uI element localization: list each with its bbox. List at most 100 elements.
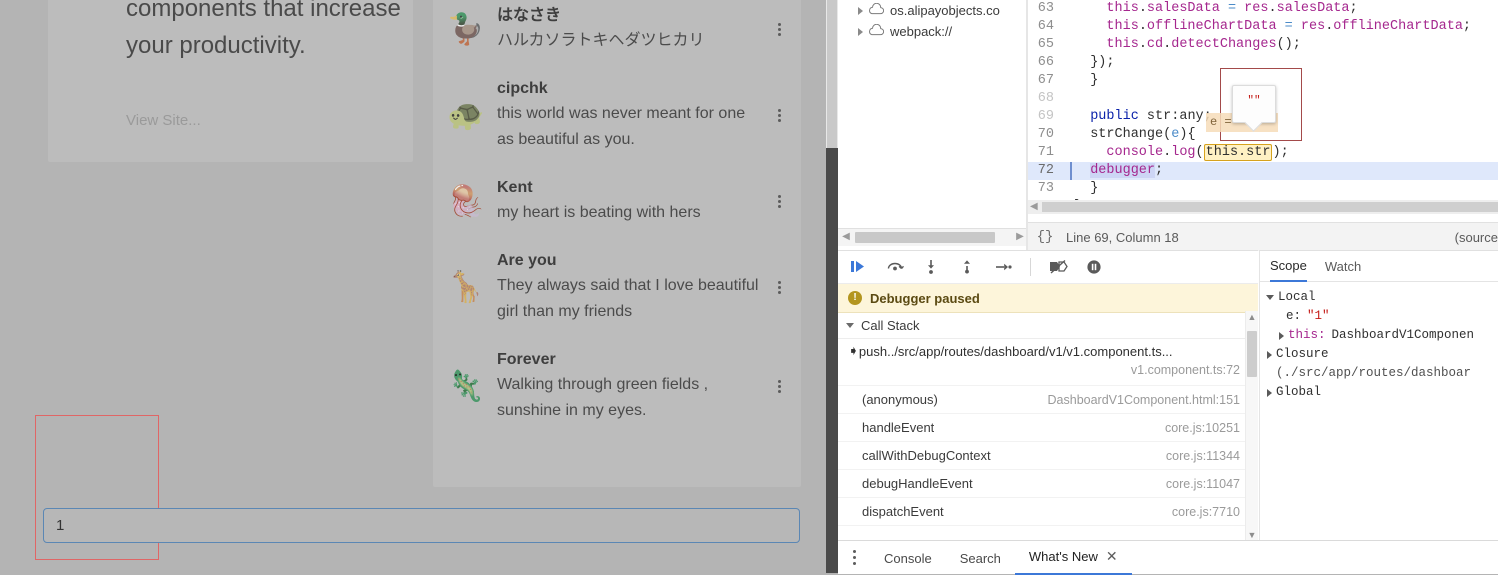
list-item-subtitle: Walking through green fields , sunshine …: [497, 376, 709, 419]
value-popover: "": [1232, 85, 1276, 123]
chevron-right-icon[interactable]: [858, 27, 863, 36]
chevron-down-icon[interactable]: [846, 323, 854, 328]
tab-label: What's New: [1028, 549, 1098, 564]
scrollbar-thumb[interactable]: [855, 232, 995, 243]
tab-search[interactable]: Search: [946, 542, 1015, 574]
list-item-subtitle: They always said that I love beautiful g…: [497, 277, 759, 320]
scrollbar-thumb[interactable]: [1247, 331, 1257, 377]
more-options-icon[interactable]: [771, 107, 787, 125]
cloud-icon: [868, 23, 885, 39]
chevron-down-icon[interactable]: [1266, 295, 1274, 300]
toolbar-divider: [1030, 258, 1031, 276]
list-item[interactable]: 🪼 Kent my heart is beating with hers: [433, 165, 801, 238]
tree-item-webpack[interactable]: webpack://: [838, 21, 1028, 42]
pause-on-exceptions-icon[interactable]: [1083, 256, 1105, 278]
close-icon[interactable]: ✕: [1106, 540, 1118, 573]
list-item-subtitle: this world was never meant for one as be…: [497, 105, 746, 148]
scroll-left-icon[interactable]: ◀: [841, 232, 851, 242]
scope-global[interactable]: Global: [1264, 383, 1498, 402]
scroll-left-icon[interactable]: ◀: [1030, 201, 1038, 212]
cursor-position: Line 69, Column 18: [1066, 229, 1179, 245]
editor-horizontal-scrollbar[interactable]: ◀: [1028, 200, 1498, 214]
chevron-right-icon[interactable]: [1267, 389, 1272, 397]
call-stack-frame[interactable]: callWithDebugContext core.js:11344: [838, 442, 1258, 470]
list-item[interactable]: 🦎 Forever Walking through green fields ,…: [433, 337, 801, 436]
line-number: 70: [1037, 127, 1054, 142]
call-stack-frame[interactable]: (anonymous) DashboardV1Component.html:15…: [838, 386, 1258, 414]
scope-var-this[interactable]: this: DashboardV1Componen: [1264, 326, 1498, 345]
call-stack-frame[interactable]: debugHandleEvent core.js:11047: [838, 470, 1258, 498]
tab-scope[interactable]: Scope: [1270, 251, 1307, 282]
paused-label: Debugger paused: [870, 290, 980, 306]
chevron-right-icon[interactable]: [1279, 332, 1284, 340]
scope-var-key: this:: [1288, 328, 1326, 342]
step-icon[interactable]: [992, 256, 1014, 278]
resume-script-execution-icon[interactable]: [848, 256, 870, 278]
scroll-right-icon[interactable]: ▶: [1015, 232, 1025, 242]
giraffe-icon: 🦒: [447, 270, 485, 304]
more-options-icon[interactable]: [771, 378, 787, 396]
lizard-icon: 🦎: [447, 369, 485, 403]
line-number: 66: [1037, 55, 1054, 70]
line-number: 72: [1037, 163, 1054, 178]
scope-pane: Scope Watch Local e: "1" this: Dashboard…: [1259, 250, 1498, 541]
frame-location: DashboardV1Component.html:151: [1047, 392, 1240, 407]
more-options-icon[interactable]: [771, 279, 787, 297]
turtle-icon: 🐢: [447, 98, 485, 132]
devtools-drawer: Console Search What's New ✕: [838, 540, 1498, 575]
list-item[interactable]: 🦒 Are you They always said that I love b…: [433, 238, 801, 337]
call-stack-frame[interactable]: dispatchEvent core.js:7710: [838, 498, 1258, 526]
debugger-vertical-scrollbar[interactable]: ▲ ▼: [1245, 311, 1258, 541]
pretty-print-icon[interactable]: {}: [1028, 229, 1062, 245]
tab-console[interactable]: Console: [870, 542, 946, 574]
tab-whats-new[interactable]: What's New ✕: [1014, 540, 1132, 575]
list-item[interactable]: 🐢 cipchk this world was never meant for …: [433, 66, 801, 165]
editor-status-bar: {} Line 69, Column 18 (source: [1028, 222, 1498, 251]
line-number: 71: [1037, 145, 1054, 160]
devtools-panel: os.alipayobjects.co webpack:// ◀ ▶ 63 th…: [838, 0, 1498, 575]
tree-item-os-alipayobjects[interactable]: os.alipayobjects.co: [838, 0, 1028, 21]
chevron-right-icon[interactable]: [1267, 351, 1272, 359]
cloud-icon: [868, 2, 885, 18]
scrollbar-track[interactable]: [826, 148, 838, 573]
list-item-title: cipchk: [497, 80, 548, 97]
scrollbar-thumb[interactable]: [827, 0, 837, 148]
navigator-horizontal-scrollbar[interactable]: ◀ ▶: [838, 228, 1028, 246]
code-line: 71 console.log(this.str);: [1028, 144, 1498, 162]
step-into-icon[interactable]: [920, 256, 942, 278]
scope-var-value: "1": [1307, 309, 1330, 323]
more-tools-icon[interactable]: [838, 541, 870, 574]
list-item[interactable]: 🦆 はなさき ハルカソラトキヘダツヒカリ: [433, 0, 801, 66]
call-stack-header[interactable]: Call Stack: [838, 313, 1258, 339]
line-number: 73: [1037, 181, 1054, 196]
more-options-icon[interactable]: [771, 193, 787, 211]
call-stack-frame[interactable]: handleEvent core.js:10251: [838, 414, 1258, 442]
text-input[interactable]: [43, 508, 800, 543]
scrollbar-thumb[interactable]: [1042, 202, 1498, 212]
page-vertical-scrollbar[interactable]: [826, 0, 838, 573]
scope-var-e[interactable]: e: "1": [1264, 307, 1498, 326]
scope-closure[interactable]: Closure (./src/app/routes/dashboar: [1264, 345, 1498, 383]
info-icon: !: [848, 291, 862, 305]
chevron-right-icon[interactable]: [858, 6, 863, 15]
debugger-toolbar: [838, 251, 1258, 284]
tab-watch[interactable]: Watch: [1325, 252, 1361, 281]
more-options-icon[interactable]: [771, 21, 787, 39]
step-out-icon[interactable]: [956, 256, 978, 278]
view-site-link[interactable]: View Site...: [126, 112, 201, 129]
sources-navigator: os.alipayobjects.co webpack://: [838, 0, 1028, 222]
call-stack-frame-current[interactable]: ➧ push../src/app/routes/dashboard/v1/v1.…: [838, 339, 1258, 363]
scope-local[interactable]: Local: [1264, 288, 1498, 307]
frame-location: v1.component.ts:72: [838, 363, 1258, 386]
code-line: 65 this.cd.detectChanges();: [1028, 36, 1498, 54]
deactivate-breakpoints-icon[interactable]: [1047, 256, 1069, 278]
list-item-title: Are you: [497, 252, 557, 269]
scope-var-key: e:: [1286, 309, 1302, 323]
line-number: 64: [1037, 19, 1054, 34]
debugger-sidebar: ! Debugger paused Call Stack ➧ push../sr…: [838, 250, 1258, 541]
step-over-icon[interactable]: [884, 256, 906, 278]
frame-name: push../src/app/routes/dashboard/v1/v1.co…: [858, 343, 1173, 359]
scope-global-label: Global: [1276, 385, 1322, 399]
web-page-area: components that increase your productivi…: [0, 0, 826, 573]
scroll-up-icon[interactable]: ▲: [1246, 311, 1258, 323]
